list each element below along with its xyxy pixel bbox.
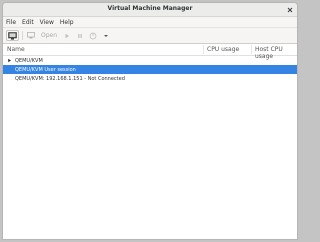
- connection-row-remote[interactable]: QEMU/KVM: 192.168.1.151 - Not Connected: [3, 74, 297, 83]
- power-button[interactable]: [88, 30, 98, 41]
- open-button[interactable]: Open: [39, 30, 59, 41]
- menu-file[interactable]: File: [6, 19, 16, 26]
- shutdown-menu-button[interactable]: [101, 30, 111, 41]
- power-icon: [89, 32, 97, 39]
- main-window: Virtual Machine Manager File Edit View H…: [2, 2, 298, 240]
- chevron-down-icon: [104, 34, 109, 37]
- monitor-icon: [27, 32, 35, 39]
- menu-help[interactable]: Help: [60, 19, 74, 26]
- close-button[interactable]: [285, 5, 294, 14]
- pause-button[interactable]: [75, 30, 85, 41]
- window-title: Virtual Machine Manager: [107, 5, 193, 12]
- toolbar-separator: [22, 31, 23, 40]
- run-button[interactable]: [62, 30, 72, 41]
- menu-view[interactable]: View: [40, 19, 54, 26]
- open-button-icon-wrap[interactable]: [26, 30, 36, 41]
- new-vm-icon: [8, 31, 17, 40]
- column-cpu-usage[interactable]: CPU usage: [207, 46, 239, 53]
- menu-edit[interactable]: Edit: [22, 19, 34, 26]
- connection-label: QEMU/KVM User session: [15, 67, 76, 73]
- expander-icon[interactable]: [7, 58, 12, 63]
- connection-row-qemu-kvm[interactable]: QEMU/KVM: [3, 56, 297, 65]
- title-bar[interactable]: Virtual Machine Manager: [3, 3, 297, 17]
- pause-icon: [78, 33, 82, 38]
- column-header: Name CPU usage Host CPU usage: [3, 44, 297, 60]
- connection-row-user-session[interactable]: QEMU/KVM User session: [3, 65, 297, 74]
- new-vm-button[interactable]: [6, 30, 19, 41]
- connection-label: QEMU/KVM: 192.168.1.151 - Not Connected: [15, 76, 125, 82]
- column-divider: [251, 45, 252, 54]
- run-icon: [65, 33, 70, 38]
- column-name[interactable]: Name: [7, 46, 25, 53]
- connection-label: QEMU/KVM: [15, 58, 43, 64]
- close-icon: [287, 7, 292, 12]
- toolbar: Open: [3, 28, 297, 44]
- menu-bar: File Edit View Help: [3, 17, 297, 28]
- column-divider: [203, 45, 204, 54]
